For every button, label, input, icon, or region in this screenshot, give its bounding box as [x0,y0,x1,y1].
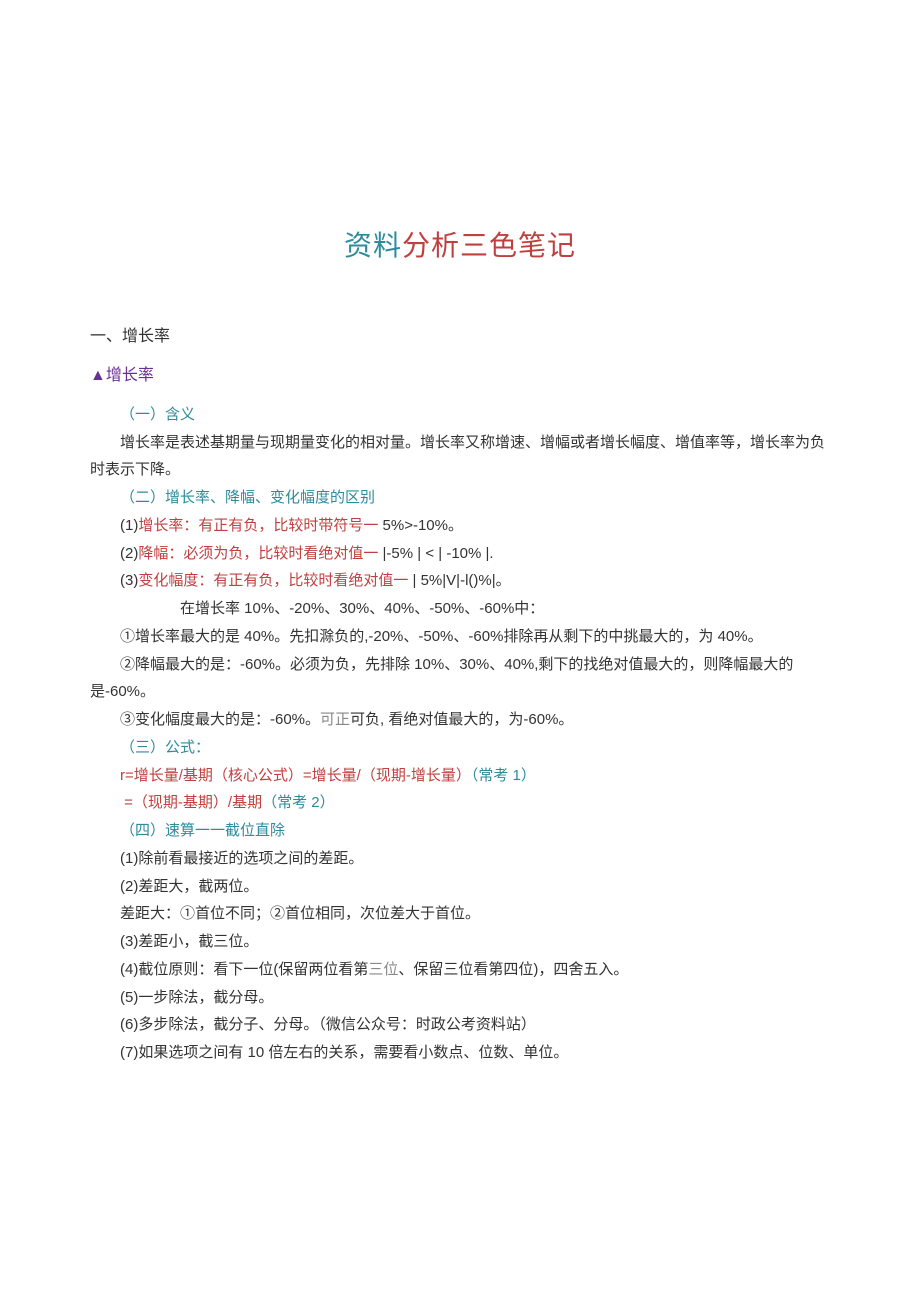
formula-line: r=增长量/基期（核心公式）=增长量/（现期-增长量）（常考 1） [90,762,830,790]
highlight-text: 增长率：有正有负，比较时带符号一 [138,517,378,534]
body-text: (4)截位原则：看下一位(保留两位看第 [120,961,368,978]
title-part2: 分析三色笔记 [402,230,576,261]
subsection-heading: （三）公式： [90,734,830,762]
body-text: ②降幅最大的是：-60%。必须为负，先排除 10%、30%、40%,剩下的找绝对… [90,651,830,707]
annotation-text: （常考 1） [471,767,536,784]
body-text: ①增长率最大的是 40%。先扣滁负的,-20%、-50%、-60%排除再从剩下的… [90,623,830,651]
faded-text: 三位 [368,961,398,978]
list-marker: (1) [120,517,138,534]
body-text: 、保留三位看第四位)，四舍五入。 [398,961,628,978]
highlight-text: 变化幅度：有正有负，比较时看绝对值一 [138,572,408,589]
body-text: (5)一步除法，截分母。 [90,984,830,1012]
subsection-heading: （一）含义 [90,401,830,429]
body-text: 可负, 看绝对值最大的，为-60%。 [350,711,573,728]
body-text: (4)截位原则：看下一位(保留两位看第三位、保留三位看第四位)，四舍五入。 [90,956,830,984]
body-text: | 5%|V|-l()%|。 [408,572,510,589]
section-subheading: ▲增长率 [90,361,830,391]
highlight-text: 降幅：必须为负，比较时看绝对值一 [138,545,378,562]
body-text: (1)除前看最接近的选项之间的差距。 [90,845,830,873]
formula-text: r=增长量/基期（核心公式）=增长量/（现期-增长量） [120,767,471,784]
annotation-text: （常考 2） [262,794,335,811]
body-text: (3)变化幅度：有正有负，比较时看绝对值一 | 5%|V|-l()%|。 [90,567,830,595]
subsection-heading: （四）速算一一截位直除 [90,817,830,845]
body-text: (6)多步除法，截分子、分母。（微信公众号：时政公考资料站） [90,1011,830,1039]
body-text: 差距大：①首位不同；②首位相同，次位差大于首位。 [90,900,830,928]
body-text: ③变化幅度最大的是：-60%。可正可负, 看绝对值最大的，为-60%。 [90,706,830,734]
page-title: 资料分析三色笔记 [90,220,830,272]
body-text: 5%>-10%。 [378,517,463,534]
body-text: 在增长率 10%、-20%、30%、40%、-50%、-60%中： [90,595,830,623]
body-text: (2)降幅：必须为负，比较时看绝对值一 |-5% | < | -10% |. [90,540,830,568]
faded-text: 可正 [320,711,350,728]
body-text: 增长率是表述基期量与现期量变化的相对量。增长率又称增速、增幅或者增长幅度、增值率… [90,429,830,485]
body-text: (7)如果选项之间有 10 倍左右的关系，需要看小数点、位数、单位。 [90,1039,830,1067]
body-text: (1)增长率：有正有负，比较时带符号一 5%>-10%。 [90,512,830,540]
title-part1: 资料 [344,230,402,261]
document-page: 资料分析三色笔记 一、增长率 ▲增长率 （一）含义 增长率是表述基期量与现期量变… [0,0,920,1167]
body-text: ③变化幅度最大的是：-60%。 [120,711,320,728]
formula-text: =（现期-基期）/基期 [124,794,262,811]
subsection-heading: （二）增长率、降幅、变化幅度的区别 [90,484,830,512]
formula-line: =（现期-基期）/基期（常考 2） [90,789,830,817]
list-marker: (3) [120,572,138,589]
section-heading: 一、增长率 [90,322,830,352]
body-text: (2)差距大，截两位。 [90,873,830,901]
list-marker: (2) [120,545,138,562]
body-text: |-5% | < | -10% |. [378,545,493,562]
body-text: (3)差距小，截三位。 [90,928,830,956]
